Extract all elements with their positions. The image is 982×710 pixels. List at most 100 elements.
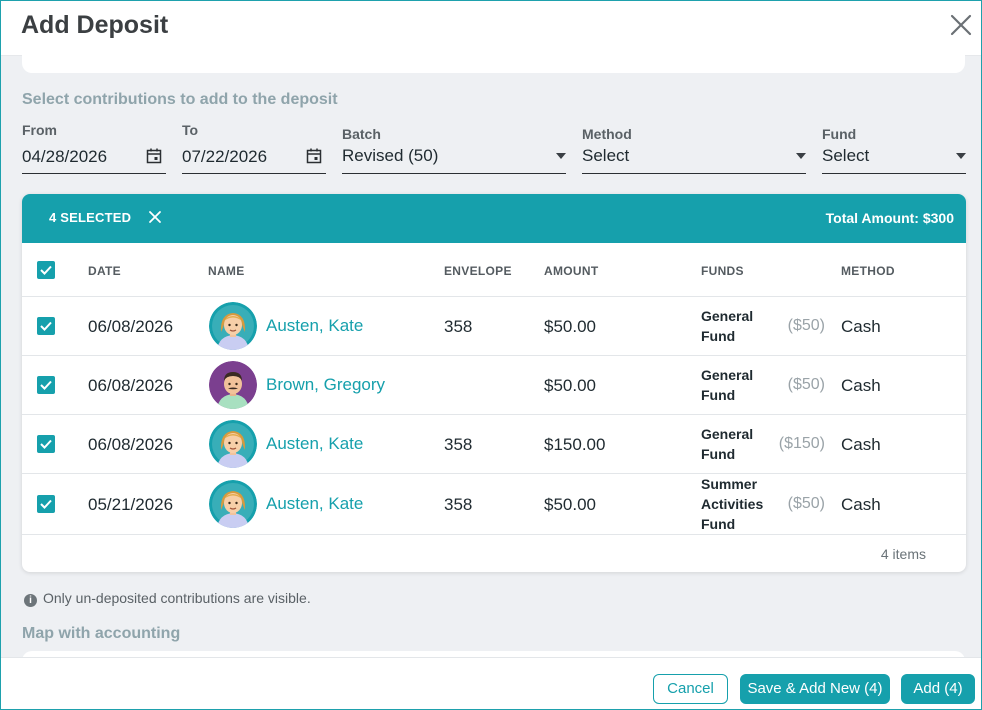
select-all-checkbox[interactable]	[37, 261, 55, 279]
column-header-funds[interactable]: FUNDS	[701, 264, 744, 278]
row-fund-amount: ($50)	[787, 495, 825, 512]
avatar	[209, 420, 257, 468]
calendar-icon[interactable]	[306, 148, 322, 164]
row-envelope: 358	[444, 495, 473, 514]
row-amount: $50.00	[544, 376, 596, 395]
dialog-title: Add Deposit	[21, 11, 169, 39]
fund-line: General	[701, 308, 754, 324]
checkmark-icon	[40, 265, 52, 275]
row-fund-name: General Fund	[701, 365, 753, 405]
row-envelope: 358	[444, 317, 473, 336]
column-header-name[interactable]: NAME	[208, 264, 245, 278]
person-female-icon	[209, 420, 257, 468]
column-header-method[interactable]: METHOD	[841, 264, 895, 278]
row-date: 05/21/2026	[88, 495, 174, 514]
fund-line: Activities	[701, 496, 764, 512]
selected-count: 4 SELECTED	[49, 210, 132, 225]
person-female-icon	[209, 480, 257, 528]
row-checkbox[interactable]	[37, 435, 55, 453]
fund-line: General	[701, 426, 754, 442]
checkmark-icon	[40, 439, 52, 449]
note-text: Only un-deposited contributions are visi…	[43, 590, 311, 606]
dialog-header: Add Deposit	[1, 1, 981, 56]
row-fund-name: Summer Activities Fund	[701, 474, 763, 534]
person-female-icon	[209, 302, 257, 350]
contributions-table-card: 4 SELECTED Total Amount: $300 DATE NAME …	[22, 194, 966, 572]
fund-line: Fund	[701, 516, 736, 532]
fund-label: Fund	[822, 126, 857, 142]
checkmark-icon	[40, 380, 52, 390]
add-button[interactable]: Add (4)	[901, 674, 975, 704]
add-deposit-dialog: Add Deposit Select contributions to add …	[0, 0, 982, 710]
calendar-icon[interactable]	[146, 148, 162, 164]
checkmark-icon	[40, 321, 52, 331]
row-envelope: 358	[444, 435, 473, 454]
accounting-section-title: Map with accounting	[22, 625, 181, 642]
save-add-new-button[interactable]: Save & Add New (4)	[740, 674, 890, 704]
fund-value: Select	[822, 146, 870, 165]
row-date: 06/08/2026	[88, 376, 174, 395]
clear-selection-button[interactable]	[148, 207, 162, 228]
row-fund-name: General Fund	[701, 424, 753, 464]
row-date: 06/08/2026	[88, 435, 174, 454]
chevron-down-icon	[796, 153, 806, 159]
column-header-envelope[interactable]: ENVELOPE	[444, 264, 512, 278]
chevron-down-icon	[556, 153, 566, 159]
close-icon	[149, 211, 161, 223]
from-date-field[interactable]: From 04/28/2026	[22, 122, 166, 174]
avatar	[209, 302, 257, 350]
batch-label: Batch	[342, 126, 381, 142]
row-checkbox[interactable]	[37, 317, 55, 335]
batch-value: Revised (50)	[342, 146, 439, 165]
visibility-note: i Only un-deposited contributions are vis…	[24, 590, 311, 607]
to-date-input[interactable]: 07/22/2026	[182, 147, 267, 167]
row-method: Cash	[841, 435, 881, 454]
to-date-field[interactable]: To 07/22/2026	[182, 122, 326, 174]
batch-select[interactable]: Batch Revised (50)	[342, 126, 566, 174]
cancel-button[interactable]: Cancel	[653, 674, 728, 704]
row-checkbox[interactable]	[37, 376, 55, 394]
row-fund-name: General Fund	[701, 306, 753, 346]
fund-line: Fund	[701, 387, 736, 403]
from-label: From	[22, 122, 57, 138]
row-amount: $50.00	[544, 495, 596, 514]
contributor-name-link[interactable]: Austen, Kate	[266, 494, 363, 514]
contributor-name-link[interactable]: Austen, Kate	[266, 316, 363, 336]
fund-line: Fund	[701, 328, 736, 344]
row-method: Cash	[841, 317, 881, 336]
row-fund-amount: ($50)	[787, 317, 825, 334]
row-checkbox[interactable]	[37, 495, 55, 513]
person-male-icon	[209, 361, 257, 409]
column-header-amount[interactable]: AMOUNT	[544, 264, 598, 278]
avatar	[209, 361, 257, 409]
row-amount: $50.00	[544, 317, 596, 336]
selection-bar: 4 SELECTED Total Amount: $300	[22, 194, 966, 243]
row-date: 06/08/2026	[88, 317, 174, 336]
checkmark-icon	[40, 499, 52, 509]
row-method: Cash	[841, 376, 881, 395]
fund-select[interactable]: Fund Select	[822, 126, 966, 174]
table-item-count: 4 items	[880, 546, 926, 562]
info-icon: i	[24, 594, 37, 607]
row-fund-amount: ($150)	[778, 435, 825, 452]
contributor-name-link[interactable]: Brown, Gregory	[266, 375, 385, 395]
avatar	[209, 480, 257, 528]
dialog-footer: Cancel Save & Add New (4) Add (4)	[1, 657, 981, 709]
fund-line: Fund	[701, 446, 736, 462]
method-select[interactable]: Method Select	[582, 126, 806, 174]
fund-line: General	[701, 367, 754, 383]
row-fund-amount: ($50)	[787, 376, 825, 393]
from-date-input[interactable]: 04/28/2026	[22, 147, 107, 167]
chevron-down-icon	[956, 153, 966, 159]
total-amount: Total Amount: $300	[825, 210, 954, 226]
contributor-name-link[interactable]: Austen, Kate	[266, 434, 363, 454]
previous-section-card	[22, 51, 965, 73]
method-label: Method	[582, 126, 632, 142]
close-dialog-button[interactable]	[947, 11, 975, 39]
method-value: Select	[582, 146, 630, 165]
fund-line: Summer	[701, 476, 758, 492]
row-amount: $150.00	[544, 435, 606, 454]
column-header-date[interactable]: DATE	[88, 264, 121, 278]
to-label: To	[182, 122, 199, 138]
close-icon	[950, 14, 972, 36]
